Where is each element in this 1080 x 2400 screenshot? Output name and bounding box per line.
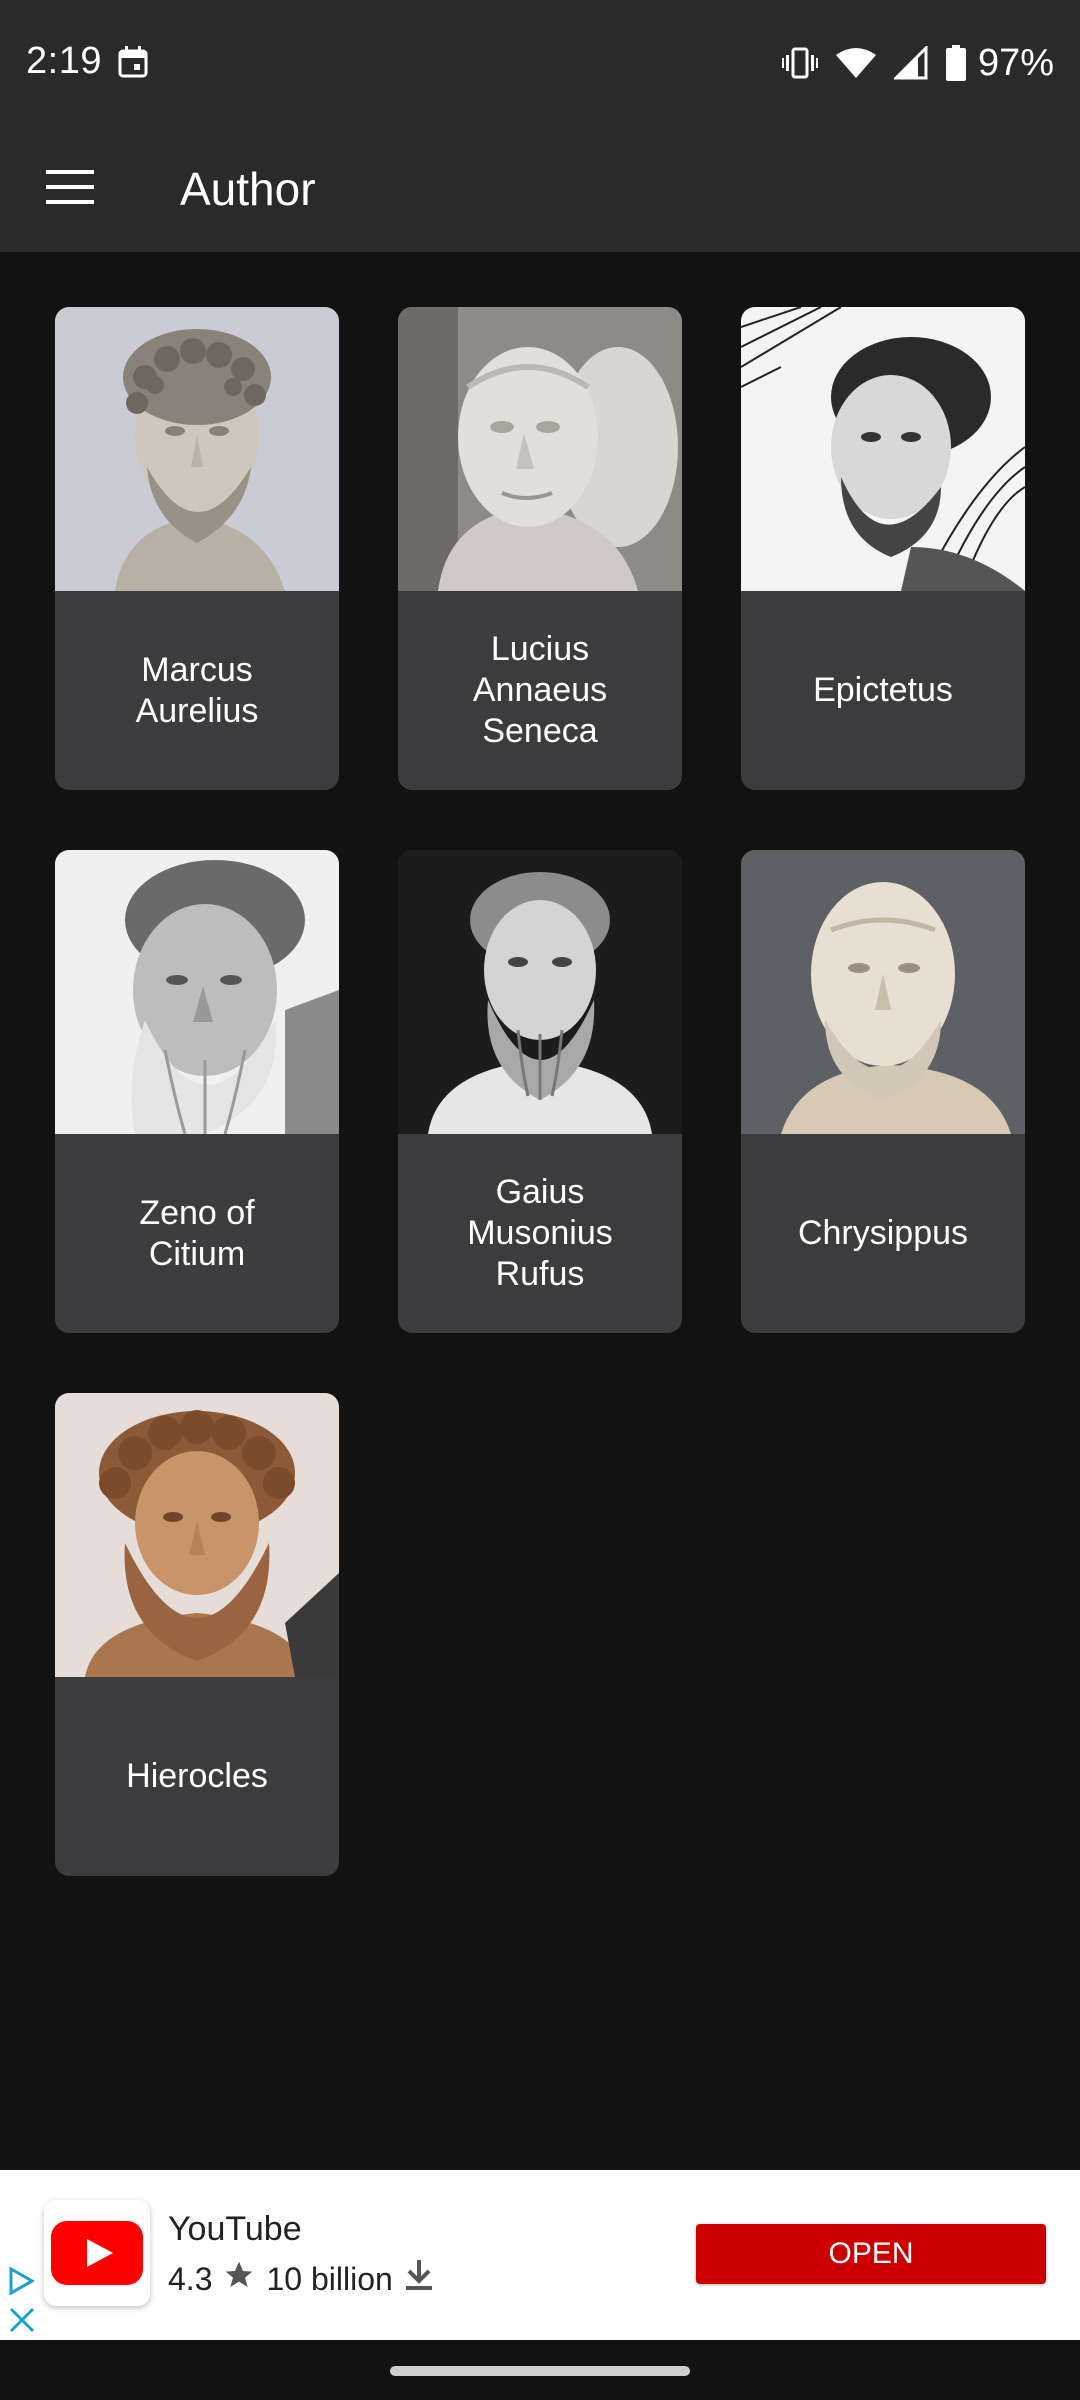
hamburger-menu-icon: [46, 169, 94, 209]
ad-downloads: 10 billion: [266, 2260, 393, 2297]
status-bar: 2:19 97%: [0, 0, 1080, 126]
hamburger-menu-button[interactable]: [28, 152, 112, 226]
author-card-chrysippus[interactable]: Chrysippus: [741, 850, 1025, 1333]
author-portrait-hierocles: [55, 1393, 339, 1677]
author-portrait-epictetus: [741, 307, 1025, 591]
download-icon: [403, 2258, 435, 2300]
star-icon: [222, 2259, 256, 2299]
signal-icon: [893, 46, 928, 80]
author-card-gaius-musonius-rufus[interactable]: Gaius Musonius Rufus: [398, 850, 682, 1333]
screen: 2:19 97% Author Marcus Aurelius Lucius A…: [0, 0, 1080, 2400]
close-icon[interactable]: [8, 2306, 36, 2334]
page-title: Author: [180, 163, 316, 215]
author-card-hierocles[interactable]: Hierocles: [55, 1393, 339, 1876]
author-card-zeno-of-citium[interactable]: Zeno of Citium: [55, 850, 339, 1333]
author-card-marcus-aurelius[interactable]: Marcus Aurelius: [55, 307, 339, 790]
author-portrait-marcus-aurelius: [55, 307, 339, 591]
author-portrait-seneca: [398, 307, 682, 591]
author-name: Hierocles: [126, 1757, 268, 1795]
ad-meta: 4.3 10 billion: [168, 2258, 435, 2300]
youtube-logo[interactable]: [44, 2200, 150, 2306]
author-name: Epictetus: [813, 671, 953, 709]
ad-app-name: YouTube: [168, 2210, 302, 2248]
author-portrait-musonius-rufus: [398, 850, 682, 1134]
ad-banner[interactable]: YouTube 4.3 10 billion OPEN: [0, 2170, 1080, 2340]
author-card-epictetus[interactable]: Epictetus: [741, 307, 1025, 790]
home-gesture-handle[interactable]: [390, 2366, 690, 2376]
author-card-seneca[interactable]: Lucius Annaeus Seneca: [398, 307, 682, 790]
wifi-icon: [835, 47, 876, 79]
author-portrait-chrysippus: [741, 850, 1025, 1134]
author-name: Zeno of Citium: [139, 1193, 255, 1273]
calendar-icon: [118, 46, 148, 78]
author-name: Marcus Aurelius: [135, 650, 259, 730]
battery-percent: 97%: [977, 41, 1054, 84]
navigation-bar: [0, 2340, 1080, 2400]
ad-choices-icon[interactable]: [6, 2266, 36, 2296]
battery-icon: [945, 45, 966, 81]
ad-rating: 4.3: [168, 2260, 213, 2297]
author-name: Chrysippus: [797, 1214, 969, 1252]
vibrate-icon: [781, 46, 818, 80]
app-bar: Author: [0, 126, 1080, 252]
status-icons: 97%: [781, 40, 1054, 86]
status-time: 2:19: [26, 40, 102, 82]
author-name: Gaius Musonius Rufus: [467, 1173, 613, 1293]
author-name: Lucius Annaeus Seneca: [472, 630, 608, 750]
author-portrait-zeno: [55, 850, 339, 1134]
open-button[interactable]: OPEN: [696, 2224, 1046, 2284]
